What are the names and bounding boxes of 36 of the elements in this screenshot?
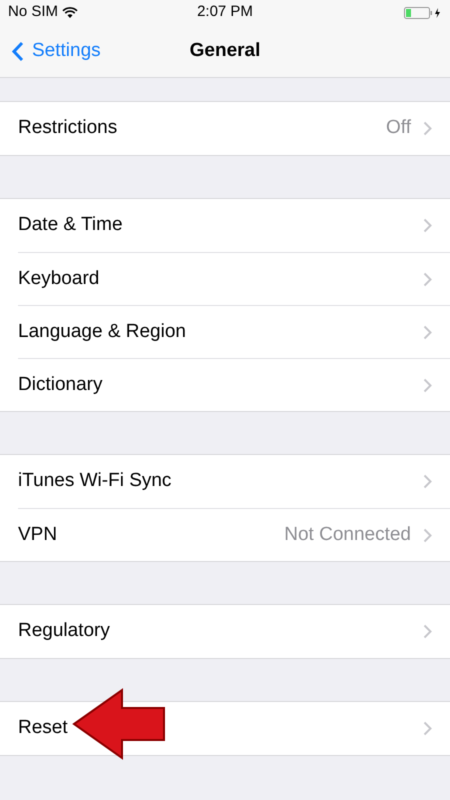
- row-label: VPN: [18, 522, 58, 547]
- chevron-icon: [423, 324, 432, 340]
- chevron-icon: [423, 721, 432, 736]
- row-label: Date & Time: [18, 213, 124, 238]
- chevron-icon: [423, 528, 432, 542]
- wifi-icon: [62, 6, 78, 18]
- settings-row[interactable]: Date & Time: [18, 199, 450, 252]
- row-label: Language & Region: [18, 320, 187, 344]
- settings-row[interactable]: VPN Not Connected: [18, 508, 450, 561]
- settings-row[interactable]: Regulatory: [18, 605, 450, 658]
- carrier-text: No SIM: [8, 2, 58, 22]
- back-chevron-icon: [12, 40, 24, 62]
- row-value: Off: [386, 116, 411, 140]
- settings-row[interactable]: Dictionary: [18, 358, 450, 411]
- chevron-icon: [423, 474, 432, 489]
- row-label: Reset: [18, 716, 69, 740]
- battery-icon: [404, 6, 442, 18]
- row-label: Dictionary: [18, 372, 104, 397]
- settings-row[interactable]: Restrictions Off: [18, 102, 450, 155]
- time-text: 2:07 PM: [197, 2, 253, 22]
- settings-row[interactable]: Language & Region: [18, 305, 450, 358]
- row-label: Restrictions: [18, 116, 118, 140]
- back-button[interactable]: Settings: [0, 36, 101, 66]
- chevron-icon: [423, 121, 432, 136]
- chevron-icon: [423, 218, 432, 233]
- chevron-icon: [423, 624, 432, 639]
- row-label: Regulatory: [18, 619, 111, 644]
- settings-row[interactable]: Reset: [18, 702, 450, 755]
- settings-row[interactable]: iTunes Wi-Fi Sync: [18, 455, 450, 508]
- chevron-icon: [423, 272, 432, 286]
- row-value: Not Connected: [284, 522, 411, 547]
- row-label: Keyboard: [18, 266, 100, 291]
- screen-title: General: [190, 38, 260, 63]
- row-label: iTunes Wi-Fi Sync: [18, 469, 172, 494]
- chevron-icon: [423, 378, 432, 392]
- settings-row[interactable]: Keyboard: [18, 252, 450, 305]
